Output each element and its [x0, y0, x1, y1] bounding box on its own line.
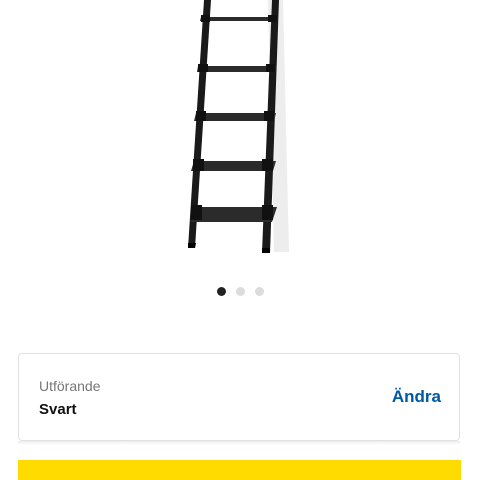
carousel-dot-3[interactable] — [254, 287, 264, 296]
carousel-dot-2[interactable] — [235, 287, 245, 296]
variant-caption: Utförande — [39, 378, 101, 394]
change-variant-link[interactable]: Ändra — [392, 387, 441, 407]
product-image[interactable] — [0, 0, 480, 270]
ladder-shelf-icon — [188, 0, 289, 253]
variant-value: Svart — [39, 401, 77, 418]
variant-selector-card[interactable]: Utförande Svart Ändra — [18, 353, 460, 441]
carousel-indicator[interactable] — [0, 287, 480, 296]
carousel-dot-1[interactable] — [216, 287, 226, 296]
card-divider — [18, 441, 460, 445]
add-to-cart-button[interactable] — [18, 460, 461, 480]
